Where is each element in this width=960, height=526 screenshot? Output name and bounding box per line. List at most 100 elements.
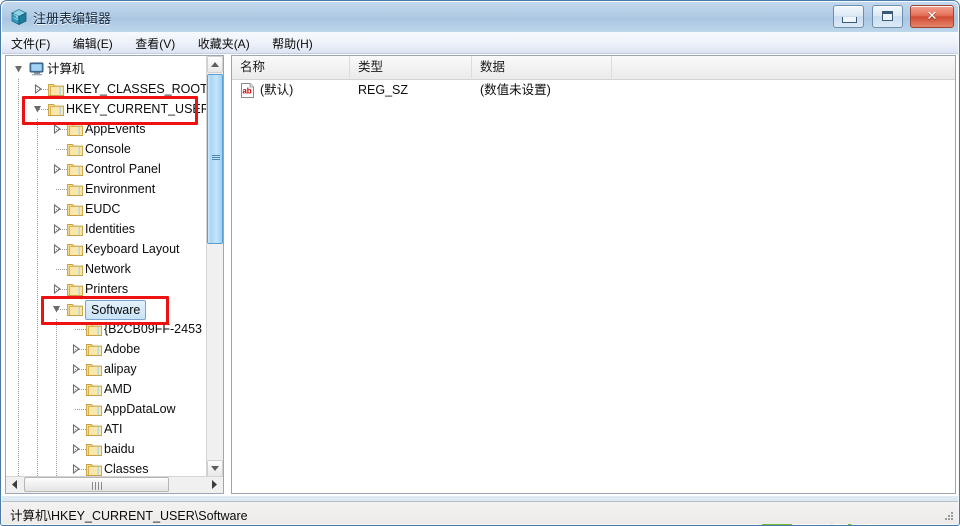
tree-item-label: Software	[85, 300, 147, 320]
expand-arrow-icon[interactable]	[70, 339, 82, 359]
scroll-down-button[interactable]	[207, 460, 223, 477]
expand-arrow-icon[interactable]	[51, 239, 63, 259]
expand-arrow-icon[interactable]	[51, 219, 63, 239]
column-header-data[interactable]: 数据	[472, 56, 612, 78]
tree-horizontal-scrollbar[interactable]	[6, 476, 223, 493]
registry-editor-icon	[10, 8, 28, 26]
tree-item-label: EUDC	[85, 202, 121, 216]
window-title: 注册表编辑器	[33, 11, 112, 26]
folder-icon	[67, 282, 83, 296]
tree-connector-line	[18, 319, 19, 339]
tree-connector-line	[18, 259, 19, 279]
cell-value-type: REG_SZ	[358, 83, 409, 97]
tree-item-label: Keyboard Layout	[85, 242, 180, 256]
tree-connector-line	[37, 299, 38, 319]
tree-connector-line	[56, 339, 57, 359]
tree-connector-line	[18, 159, 19, 179]
expand-arrow-icon[interactable]	[51, 119, 63, 139]
close-button[interactable]: ✕	[910, 5, 954, 28]
expand-arrow-icon[interactable]	[70, 439, 82, 459]
tree-connector-line	[18, 99, 19, 119]
tree-connector-line	[18, 439, 19, 459]
expand-arrow-icon[interactable]	[51, 199, 63, 219]
expand-arrow-icon[interactable]	[70, 379, 82, 399]
tree-connector-line	[56, 419, 57, 439]
tree-connector-line	[18, 219, 19, 239]
scroll-up-button[interactable]	[207, 56, 223, 73]
registry-values-pane[interactable]: 名称 类型 数据 ab (默认) REG_SZ (数值未设置)	[231, 55, 956, 494]
status-path: 计算机\HKEY_CURRENT_USER\Software	[10, 509, 248, 523]
expand-arrow-icon[interactable]	[70, 359, 82, 379]
folder-icon	[86, 342, 102, 356]
folder-icon	[67, 202, 83, 216]
folder-icon	[67, 302, 83, 316]
minimize-button[interactable]	[833, 5, 865, 28]
tree-item-label: Printers	[85, 282, 129, 296]
tree-item-label: Control Panel	[85, 162, 161, 176]
tree-connector-line	[37, 379, 38, 399]
tree-connector-line	[37, 339, 38, 359]
expand-arrow-icon[interactable]	[51, 159, 63, 179]
tree-hscrollbar-thumb[interactable]	[24, 477, 169, 492]
column-header-name[interactable]: 名称	[232, 56, 350, 78]
tree-connector-line	[37, 359, 38, 379]
tree-item-label: ATI	[104, 422, 123, 436]
menu-file[interactable]: 文件(F)	[2, 32, 59, 54]
tree-connector-line	[75, 409, 86, 410]
collapse-arrow-icon[interactable]	[13, 59, 25, 79]
expand-arrow-icon[interactable]	[51, 279, 63, 299]
menu-view[interactable]: 查看(V)	[126, 32, 184, 54]
expand-arrow-icon[interactable]	[70, 419, 82, 439]
expand-arrow-icon[interactable]	[32, 79, 44, 99]
tree-scrollbar-thumb[interactable]	[207, 74, 223, 244]
tree-vertical-scrollbar[interactable]	[206, 56, 223, 477]
registry-tree[interactable]: 计算机 HKEY_CLASSES_ROOT HKEY_CURRENT_USER App…	[6, 56, 206, 477]
menu-help[interactable]: 帮助(H)	[263, 32, 322, 54]
column-header-type[interactable]: 类型	[350, 56, 472, 78]
hscrollbar-grip-icon	[91, 482, 102, 490]
scrollbar-grip-icon	[212, 155, 220, 161]
tree-connector-line	[37, 159, 38, 179]
scroll-left-button[interactable]	[6, 477, 23, 493]
registry-tree-pane[interactable]: 计算机 HKEY_CLASSES_ROOT HKEY_CURRENT_USER App…	[5, 55, 224, 494]
tree-connector-line	[18, 459, 19, 477]
close-icon: ✕	[926, 8, 938, 23]
folder-icon	[67, 262, 83, 276]
tree-item-label: AppDataLow	[104, 402, 176, 416]
tree-connector-line	[56, 319, 57, 339]
tree-connector-line	[37, 219, 38, 239]
tree-item-label: Console	[85, 142, 131, 156]
registry-editor-window: 注册表编辑器 ✕ 文件(F) 编辑(E) 查看(V) 收藏夹(A) 帮助(H) …	[0, 0, 960, 526]
folder-icon	[86, 402, 102, 416]
folder-icon	[86, 322, 102, 336]
collapse-arrow-icon[interactable]	[51, 299, 63, 319]
folder-icon	[48, 102, 64, 116]
cell-value-data: (数值未设置)	[480, 83, 551, 97]
client-area: 计算机 HKEY_CLASSES_ROOT HKEY_CURRENT_USER App…	[2, 54, 958, 525]
tree-connector-line	[56, 379, 57, 399]
tree-connector-line	[18, 379, 19, 399]
tree-connector-line	[56, 269, 67, 270]
tree-item-label: HKEY_CURRENT_USER	[66, 102, 206, 116]
expand-arrow-icon[interactable]	[70, 459, 82, 477]
title-bar[interactable]: 注册表编辑器 ✕	[2, 2, 958, 32]
resize-grip-icon[interactable]	[942, 509, 954, 521]
menu-favorites[interactable]: 收藏夹(A)	[189, 32, 259, 54]
menu-bar: 文件(F) 编辑(E) 查看(V) 收藏夹(A) 帮助(H)	[2, 32, 958, 54]
scroll-right-button[interactable]	[206, 477, 223, 493]
folder-icon	[86, 462, 102, 476]
tree-item-label: AppEvents	[85, 122, 146, 136]
collapse-arrow-icon[interactable]	[32, 99, 44, 119]
maximize-button[interactable]	[871, 5, 903, 28]
status-bar: 计算机\HKEY_CURRENT_USER\Software	[2, 501, 958, 524]
cell-value-name: (默认)	[260, 83, 294, 97]
tree-connector-line	[37, 179, 38, 199]
menu-edit[interactable]: 编辑(E)	[64, 32, 122, 54]
folder-icon	[67, 242, 83, 256]
tree-connector-line	[37, 319, 38, 339]
table-row[interactable]: ab (默认) REG_SZ (数值未设置)	[232, 79, 955, 101]
tree-connector-line	[18, 179, 19, 199]
tree-connector-line	[18, 239, 19, 259]
tree-connector-line	[18, 119, 19, 139]
tree-connector-line	[18, 79, 19, 99]
